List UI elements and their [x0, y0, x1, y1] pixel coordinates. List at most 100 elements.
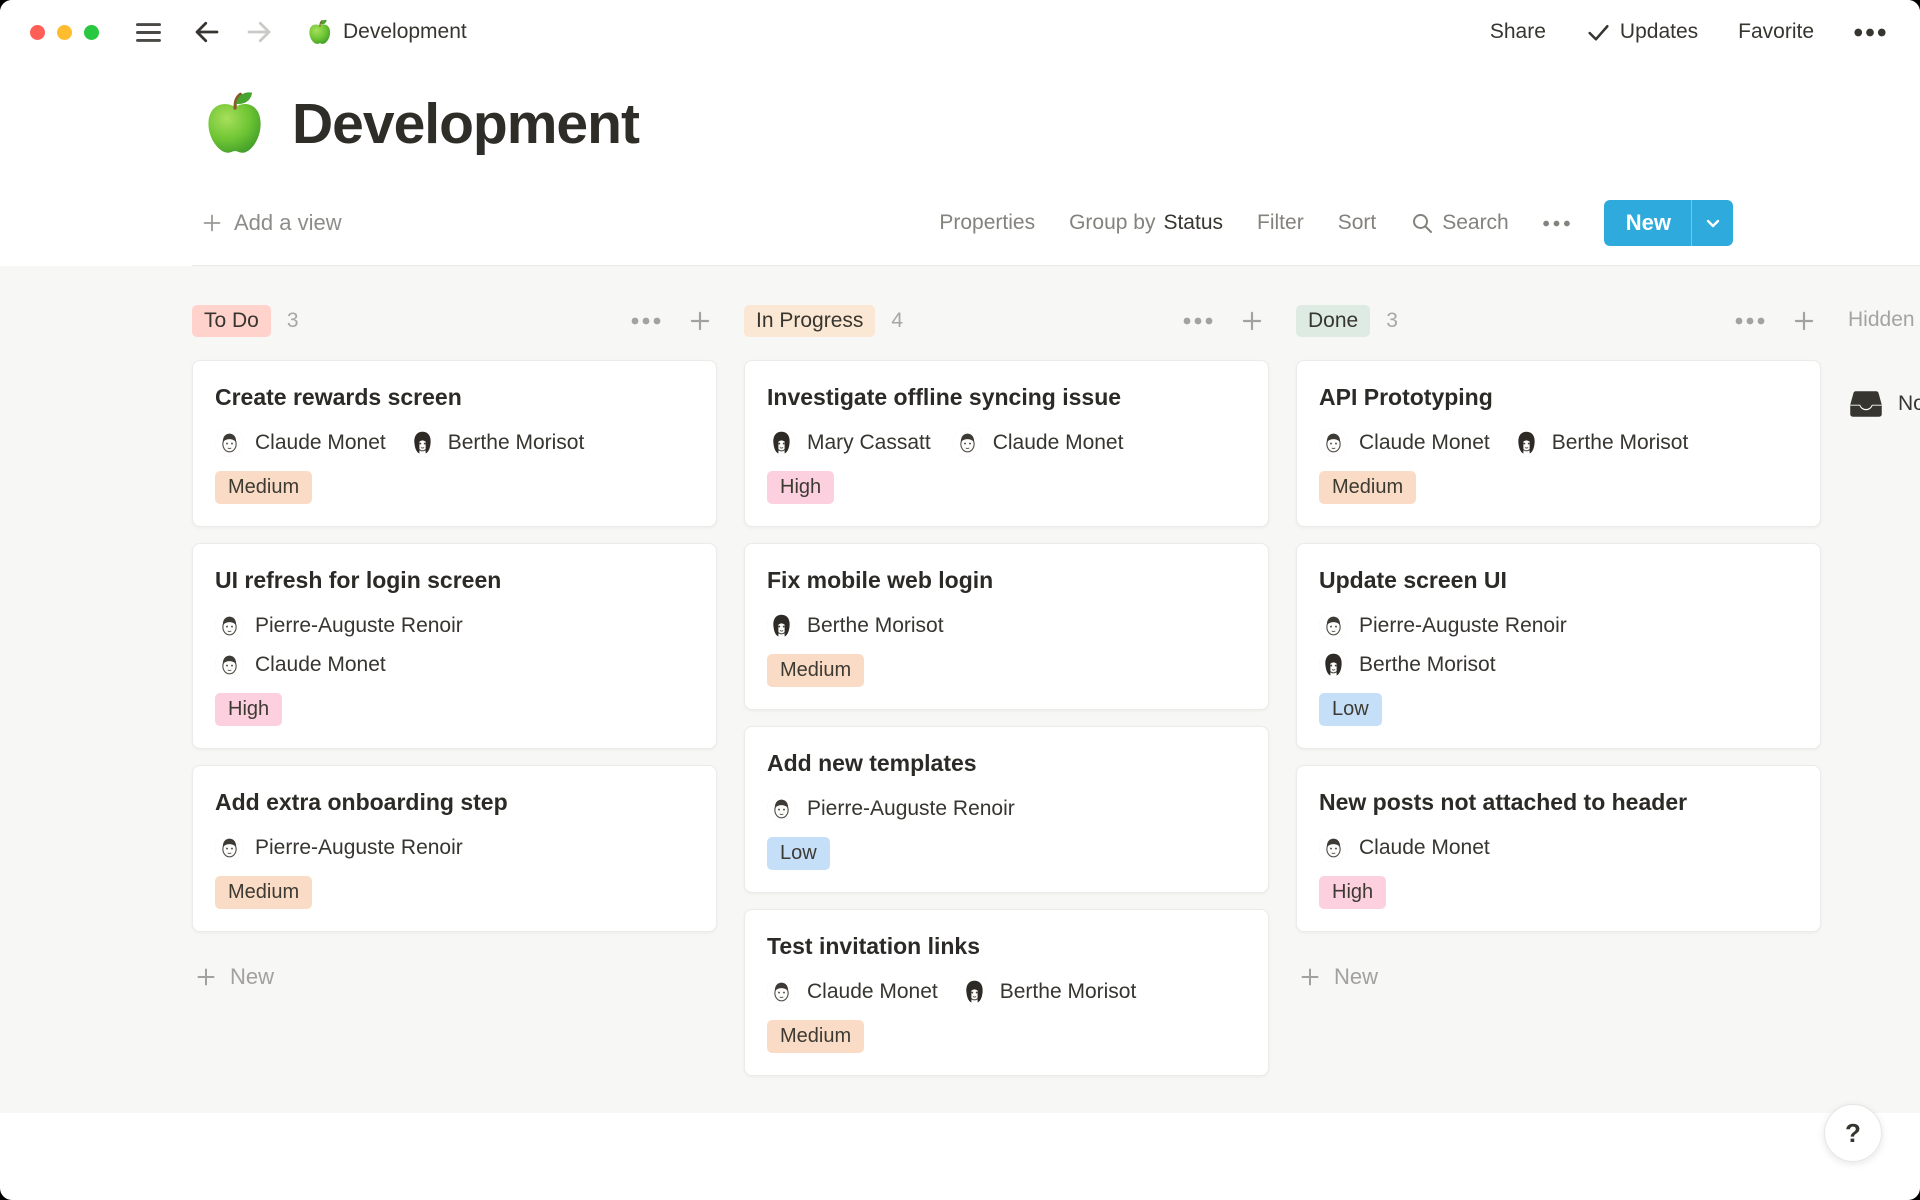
- page-icon[interactable]: [200, 90, 268, 158]
- no-status-group[interactable]: No Status: [1848, 386, 1920, 422]
- task-card[interactable]: UI refresh for login screen Pierre-Augus…: [192, 543, 717, 749]
- back-button[interactable]: [188, 13, 226, 51]
- breadcrumb-page-title[interactable]: Development: [343, 20, 467, 44]
- assignee-name: Berthe Morisot: [1552, 431, 1689, 455]
- sort-button[interactable]: Sort: [1338, 211, 1377, 235]
- task-card[interactable]: Add new templates Pierre-Auguste Renoir …: [744, 726, 1269, 893]
- column-status-badge[interactable]: In Progress: [744, 305, 875, 337]
- column-new-button[interactable]: New: [192, 960, 276, 994]
- filter-button[interactable]: Filter: [1257, 211, 1304, 235]
- task-card[interactable]: Fix mobile web login Berthe Morisot Medi…: [744, 543, 1269, 710]
- column-new-button[interactable]: New: [1296, 960, 1380, 994]
- task-card[interactable]: New posts not attached to header Claude …: [1296, 765, 1821, 932]
- assignee-name: Berthe Morisot: [807, 614, 944, 638]
- task-priority-badge: High: [215, 693, 282, 726]
- column-more-button[interactable]: [627, 313, 665, 329]
- task-card[interactable]: Update screen UI Pierre-Auguste Renoir B…: [1296, 543, 1821, 749]
- column-add-card-button[interactable]: [1235, 304, 1269, 338]
- assignee-name: Mary Cassatt: [807, 431, 931, 455]
- plus-icon: [1239, 308, 1265, 334]
- share-button[interactable]: Share: [1490, 20, 1546, 44]
- task-card[interactable]: Create rewards screen Claude Monet Berth…: [192, 360, 717, 527]
- green-apple-icon: [200, 90, 268, 158]
- group-by-value: Status: [1163, 211, 1223, 235]
- plus-icon: [1791, 308, 1817, 334]
- more-options-button[interactable]: [1854, 28, 1886, 37]
- column-status-badge[interactable]: Done: [1296, 305, 1370, 337]
- person-avatar-male-icon: [767, 977, 796, 1006]
- forward-button[interactable]: [240, 13, 278, 51]
- toolbar-more-button[interactable]: [1543, 220, 1570, 227]
- person-avatar-male-icon: [215, 650, 244, 679]
- task-card[interactable]: Add extra onboarding step Pierre-Auguste…: [192, 765, 717, 932]
- assignee-name: Claude Monet: [1359, 431, 1490, 455]
- sidebar-toggle-button[interactable]: [131, 18, 166, 47]
- person-avatar-female-icon: [767, 611, 796, 640]
- search-icon: [1410, 211, 1434, 235]
- new-button[interactable]: New: [1604, 200, 1691, 246]
- assignee: Claude Monet: [215, 650, 694, 679]
- window-zoom-button[interactable]: [84, 25, 99, 40]
- plus-icon: [200, 211, 224, 235]
- task-card[interactable]: Investigate offline syncing issue Mary C…: [744, 360, 1269, 527]
- updates-button[interactable]: Updates: [1586, 20, 1698, 45]
- new-dropdown-button[interactable]: [1691, 200, 1733, 246]
- assignee-name: Pierre-Auguste Renoir: [255, 614, 463, 638]
- group-by-button[interactable]: Group by Status: [1069, 211, 1223, 235]
- column-more-button[interactable]: [1179, 313, 1217, 329]
- favorite-label: Favorite: [1738, 20, 1814, 44]
- person-avatar-female-icon: [1512, 428, 1541, 457]
- task-card-title: New posts not attached to header: [1319, 786, 1798, 818]
- new-split-button: New: [1604, 200, 1733, 246]
- column-cards: Create rewards screen Claude Monet Berth…: [192, 360, 717, 932]
- window-minimize-button[interactable]: [57, 25, 72, 40]
- assignee: Claude Monet: [767, 977, 938, 1006]
- search-label: Search: [1442, 211, 1509, 235]
- person-avatar-male-icon: [953, 428, 982, 457]
- person-avatar-female-icon: [408, 428, 437, 457]
- person-avatar-male-icon: [215, 611, 244, 640]
- task-priority-badge: Low: [1319, 693, 1382, 726]
- properties-button[interactable]: Properties: [939, 211, 1035, 235]
- sort-label: Sort: [1338, 211, 1377, 235]
- assignee: Berthe Morisot: [960, 977, 1137, 1006]
- person-avatar-male-icon: [1319, 428, 1348, 457]
- assignee-avatar: [1319, 428, 1348, 457]
- person-avatar-female-icon: [767, 428, 796, 457]
- assignee-avatar: [215, 611, 244, 640]
- assignee: Berthe Morisot: [767, 611, 944, 640]
- task-card[interactable]: API Prototyping Claude Monet Berthe Mori…: [1296, 360, 1821, 527]
- column-add-card-button[interactable]: [683, 304, 717, 338]
- column-more-button[interactable]: [1731, 313, 1769, 329]
- hidden-columns-label[interactable]: Hidden columns: [1848, 302, 1920, 332]
- assignee: Pierre-Auguste Renoir: [215, 833, 463, 862]
- task-card-assignees: Pierre-Auguste Renoir Claude Monet: [215, 611, 694, 679]
- help-button[interactable]: ?: [1824, 1104, 1882, 1162]
- person-avatar-male-icon: [215, 428, 244, 457]
- person-avatar-male-icon: [1319, 611, 1348, 640]
- assignee-avatar: [953, 428, 982, 457]
- add-view-button[interactable]: Add a view: [200, 210, 342, 236]
- task-priority-badge: Medium: [1319, 471, 1416, 504]
- task-card[interactable]: Test invitation links Claude Monet Berth…: [744, 909, 1269, 1076]
- plus-icon: [194, 965, 218, 989]
- task-card-title: Investigate offline syncing issue: [767, 381, 1246, 413]
- column-status-badge[interactable]: To Do: [192, 305, 271, 337]
- task-card-title: Add extra onboarding step: [215, 786, 694, 818]
- task-card-title: UI refresh for login screen: [215, 564, 694, 596]
- column-header: To Do 3: [192, 302, 717, 340]
- search-button[interactable]: Search: [1410, 211, 1509, 235]
- task-card-title: Update screen UI: [1319, 564, 1798, 596]
- assignee-avatar: [215, 428, 244, 457]
- favorite-button[interactable]: Favorite: [1738, 20, 1814, 44]
- board-column: Done 3 API Prototyping Claude Monet Bert…: [1296, 302, 1821, 994]
- column-new-label: New: [230, 964, 274, 990]
- column-add-card-button[interactable]: [1787, 304, 1821, 338]
- column-card-count: 4: [891, 309, 903, 333]
- window-close-button[interactable]: [30, 25, 45, 40]
- assignee: Berthe Morisot: [1319, 650, 1798, 679]
- assignee-name: Claude Monet: [807, 980, 938, 1004]
- window-titlebar: Development Share Updates Favorite: [0, 0, 1920, 64]
- assignee-name: Claude Monet: [255, 653, 386, 677]
- assignee: Claude Monet: [1319, 833, 1490, 862]
